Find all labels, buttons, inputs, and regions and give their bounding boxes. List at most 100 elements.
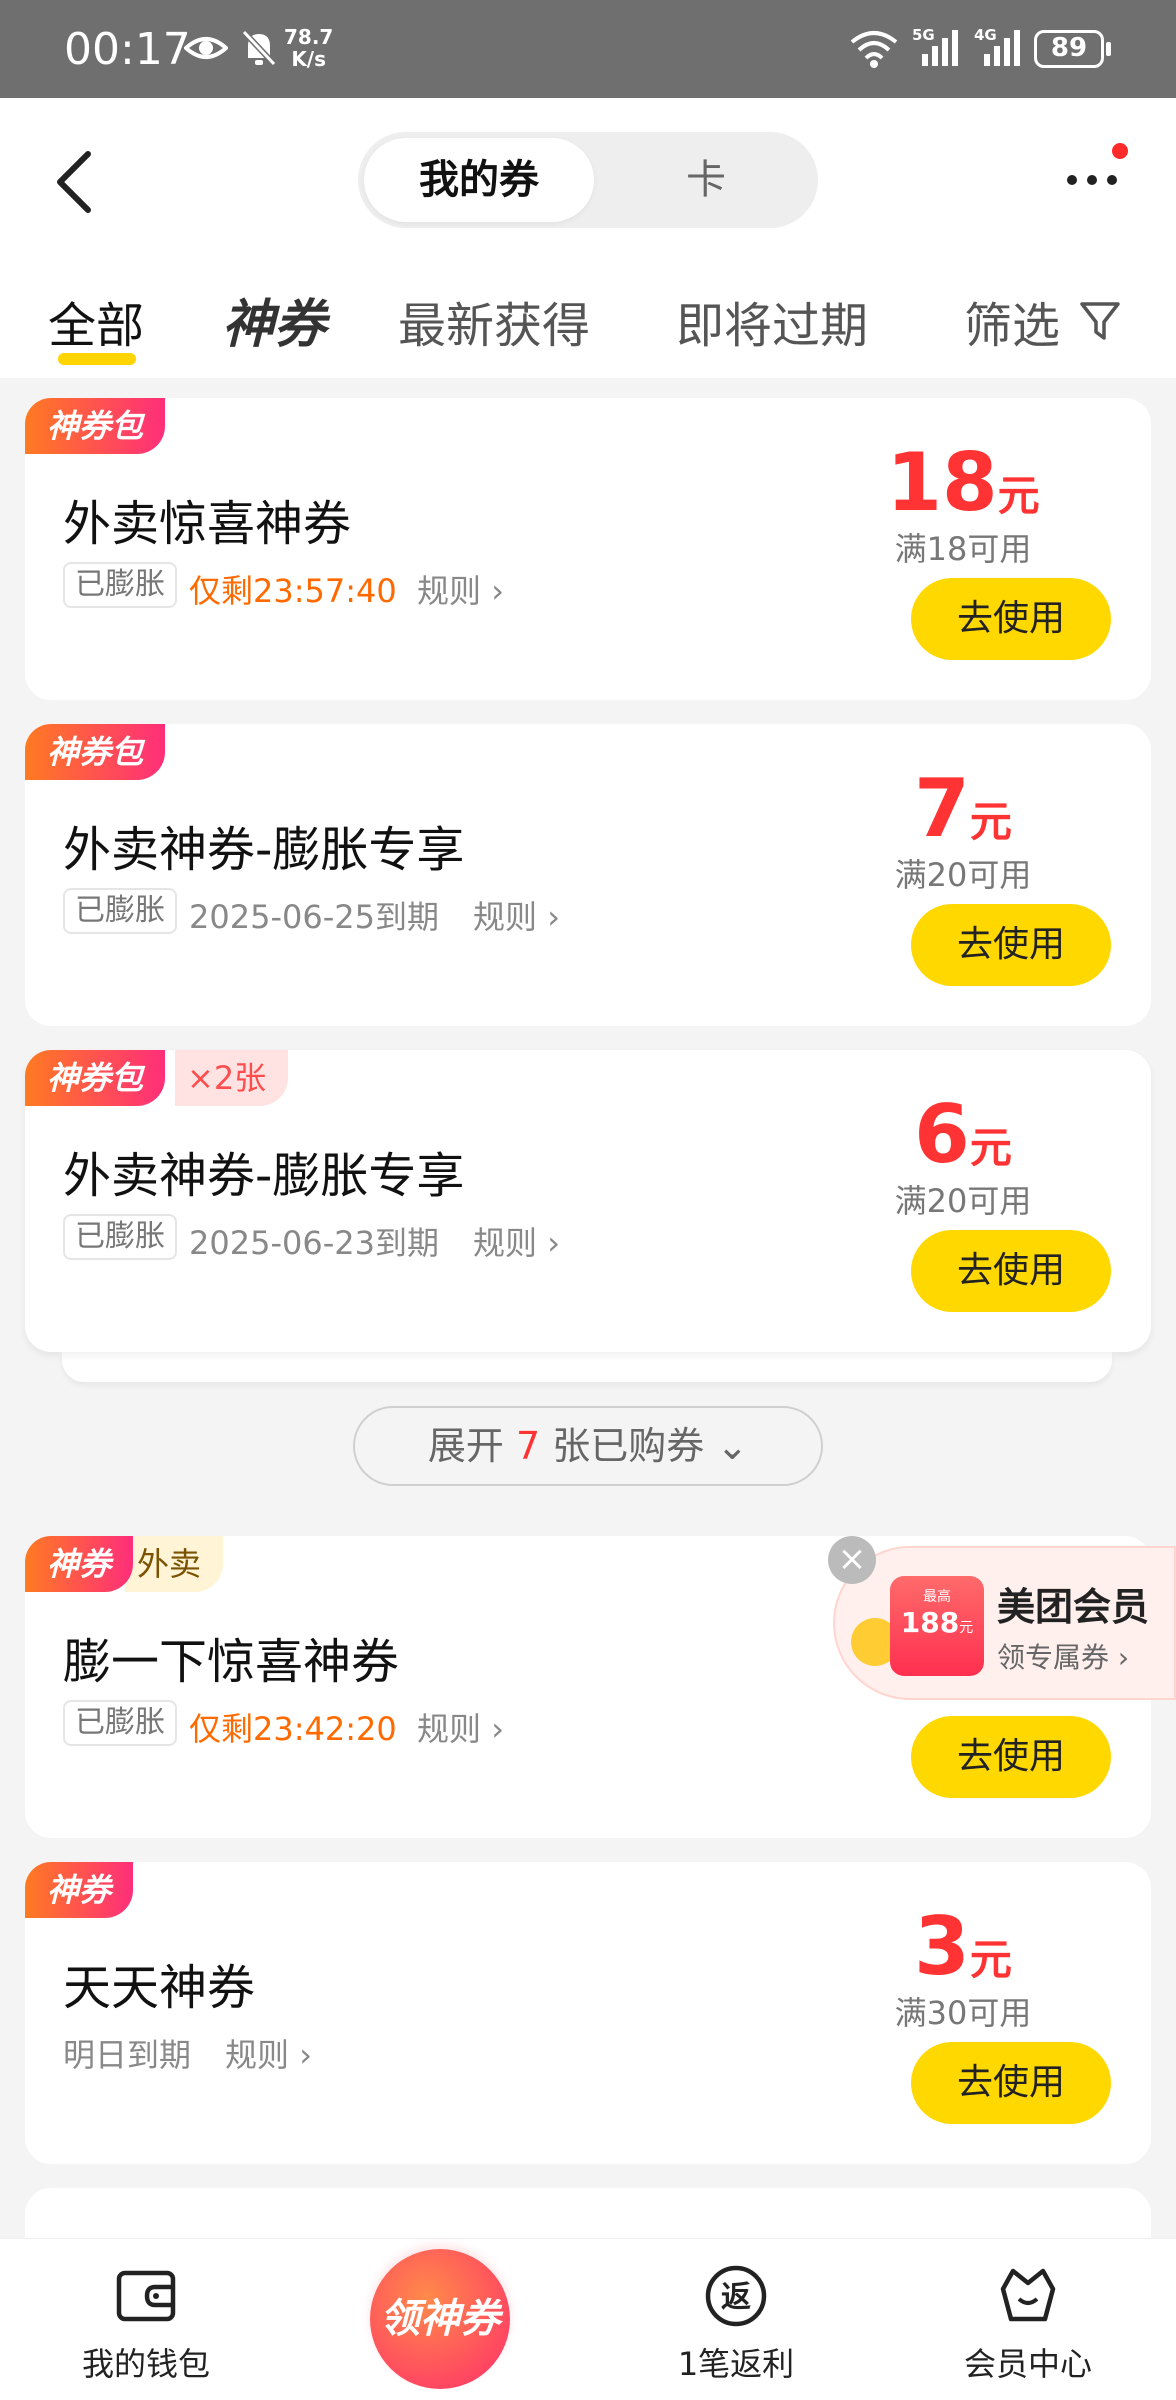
coupon-amount: 3元 bbox=[813, 1900, 1113, 1993]
filter-tabs: 全部 神券 最新获得 即将过期 筛选 bbox=[0, 278, 1176, 368]
rule-label: 规则 bbox=[225, 2036, 290, 2074]
coupon-card-5[interactable]: 神券 天天神券 明日到期 规则 › 3元 满30可用 去使用 bbox=[25, 1862, 1151, 2164]
coupon-title: 膨一下惊喜神券 bbox=[63, 1634, 400, 1690]
expand-count: 7 bbox=[515, 1424, 541, 1468]
card-amount: 188 bbox=[900, 1606, 960, 1639]
member-popup-subtitle[interactable]: 领专属券 › bbox=[997, 1636, 1129, 1676]
member-popup-title: 美团会员 bbox=[997, 1585, 1150, 1629]
coupon-card-2[interactable]: 神券包 外卖神券-膨胀专享 已膨胀 2025-06-25到期 规则 › 7元 满… bbox=[25, 724, 1151, 1026]
wallet-icon bbox=[116, 2270, 176, 2322]
coupon-rule-link[interactable]: 规则 › bbox=[417, 1704, 504, 1750]
chevron-right-icon: › bbox=[547, 898, 560, 936]
tab-newest[interactable]: 最新获得 bbox=[398, 286, 590, 356]
amount-value: 6 bbox=[914, 1088, 970, 1181]
coupon-badge: 神券 bbox=[25, 1536, 134, 1592]
expand-prefix: 展开 bbox=[427, 1424, 504, 1468]
notification-dot bbox=[1112, 143, 1128, 159]
chevron-right-icon: › bbox=[547, 1224, 560, 1262]
segment-my-coupons[interactable]: 我的券 bbox=[364, 138, 594, 222]
card-stack-edge bbox=[62, 1352, 1112, 1382]
speed-value: 78.7 bbox=[284, 25, 334, 49]
use-button[interactable]: 去使用 bbox=[911, 904, 1111, 986]
coupon-badge: 神券包 bbox=[25, 1050, 166, 1106]
coupon-countdown: 仅剩23:57:40 bbox=[189, 572, 397, 610]
amount-unit: 元 bbox=[969, 797, 1012, 846]
amount-value: 18 bbox=[886, 436, 998, 529]
card-unit: 元 bbox=[959, 1620, 974, 1636]
speed-unit: K/s bbox=[291, 47, 327, 71]
nav-wallet-label: 我的钱包 bbox=[81, 2345, 210, 2383]
coupon-expiry: 2025-06-25到期 bbox=[189, 898, 439, 936]
coupon-badge: 神券包 bbox=[25, 724, 166, 780]
eye-icon bbox=[184, 37, 228, 59]
member-promo-popup[interactable]: 最高 188元 美团会员 领专属券 › bbox=[833, 1546, 1176, 1700]
use-button[interactable]: 去使用 bbox=[911, 1716, 1111, 1798]
use-button[interactable]: 去使用 bbox=[911, 2042, 1111, 2124]
coupon-card-1[interactable]: 神券包 外卖惊喜神券 已膨胀 仅剩23:57:40 规则 › 18元 满18可用… bbox=[25, 398, 1151, 700]
chevron-right-icon: › bbox=[1117, 1641, 1130, 1674]
segment-switch: 我的券 卡 bbox=[358, 132, 818, 228]
coupon-rule-link[interactable]: 规则 › bbox=[473, 892, 560, 938]
subtitle-text: 领专属券 bbox=[997, 1641, 1110, 1674]
crown-icon bbox=[1000, 2268, 1056, 2322]
coupon-badge: 神券包 bbox=[25, 398, 166, 454]
tab-expiring[interactable]: 即将过期 bbox=[676, 286, 868, 356]
nav-member-label: 会员中心 bbox=[963, 2345, 1092, 2383]
rebate-icon: 返 bbox=[705, 2265, 767, 2327]
coupon-tag: 已膨胀 bbox=[63, 1700, 177, 1746]
amount-unit: 元 bbox=[969, 1123, 1012, 1172]
nav-rebate[interactable]: 返 1笔返利 bbox=[616, 2261, 856, 2385]
coupon-tag: 已膨胀 bbox=[63, 888, 177, 934]
network-speed: 78.7 K/s bbox=[284, 26, 333, 70]
nav-rebate-label: 1笔返利 bbox=[677, 2345, 795, 2383]
chevron-down-icon: ⌄ bbox=[716, 1424, 749, 1468]
back-arrow-icon[interactable] bbox=[52, 150, 96, 214]
amount-value: 3 bbox=[914, 1900, 970, 1993]
nav-member-center[interactable]: 会员中心 bbox=[908, 2261, 1148, 2385]
claim-coupon-center-button[interactable]: 领神券 bbox=[370, 2249, 510, 2389]
coupon-rule-link[interactable]: 规则 › bbox=[225, 2030, 312, 2076]
chevron-right-icon: › bbox=[299, 2036, 312, 2074]
coupon-countdown: 仅剩23:42:20 bbox=[189, 1710, 397, 1748]
use-button[interactable]: 去使用 bbox=[911, 1230, 1111, 1312]
coupon-condition: 满20可用 bbox=[894, 856, 1032, 894]
use-button[interactable]: 去使用 bbox=[911, 578, 1111, 660]
member-coupon-card: 最高 188元 bbox=[890, 1576, 984, 1676]
card-small-label: 最高 bbox=[923, 1589, 951, 1605]
rule-label: 规则 bbox=[473, 1224, 538, 1262]
tab-shen-coupon[interactable]: 神券 bbox=[222, 282, 326, 357]
tab-all[interactable]: 全部 bbox=[48, 286, 144, 356]
more-icon[interactable] bbox=[1060, 158, 1130, 198]
coupon-card-3[interactable]: ×2张 神券包 外卖神券-膨胀专享 已膨胀 2025-06-23到期 规则 › … bbox=[25, 1050, 1151, 1352]
tab-active-indicator bbox=[58, 353, 136, 365]
coupon-condition: 满20可用 bbox=[894, 1182, 1032, 1220]
rebate-icon-glyph: 返 bbox=[721, 2280, 751, 2315]
signal-icon bbox=[922, 30, 958, 66]
chevron-right-icon: › bbox=[491, 1710, 504, 1748]
segment-cards[interactable]: 卡 bbox=[594, 138, 818, 222]
bell-muted-icon bbox=[241, 29, 277, 67]
nav-wallet[interactable]: 我的钱包 bbox=[26, 2261, 266, 2385]
amount-value: 7 bbox=[914, 762, 970, 855]
coupon-expiry: 明日到期 bbox=[63, 2036, 192, 2074]
rule-label: 规则 bbox=[417, 1710, 482, 1748]
tab-filter[interactable]: 筛选 bbox=[964, 286, 1060, 356]
coupon-condition: 满18可用 bbox=[894, 530, 1032, 568]
expand-purchased-coupons-button[interactable]: 展开 7 张已购券 ⌄ bbox=[353, 1406, 823, 1486]
close-icon[interactable]: × bbox=[828, 1536, 876, 1584]
coupon-amount: 6元 bbox=[813, 1088, 1113, 1181]
coupon-rule-link[interactable]: 规则 › bbox=[417, 566, 504, 612]
coupon-rule-link[interactable]: 规则 › bbox=[473, 1218, 560, 1264]
wifi-icon bbox=[850, 31, 898, 68]
status-time: 00:17 bbox=[64, 24, 191, 75]
chevron-right-icon: › bbox=[491, 572, 504, 610]
filter-icon[interactable] bbox=[1078, 296, 1122, 344]
coupon-condition: 满30可用 bbox=[894, 1994, 1032, 2032]
coupon-title: 外卖神券-膨胀专享 bbox=[63, 822, 465, 878]
battery-icon: 89 bbox=[1034, 30, 1104, 68]
coupon-tag: 已膨胀 bbox=[63, 1214, 177, 1260]
rule-label: 规则 bbox=[417, 572, 482, 610]
coupon-expiry: 2025-06-23到期 bbox=[189, 1224, 439, 1262]
coupon-title: 天天神券 bbox=[63, 1960, 256, 2016]
coupon-amount: 7元 bbox=[813, 762, 1113, 855]
